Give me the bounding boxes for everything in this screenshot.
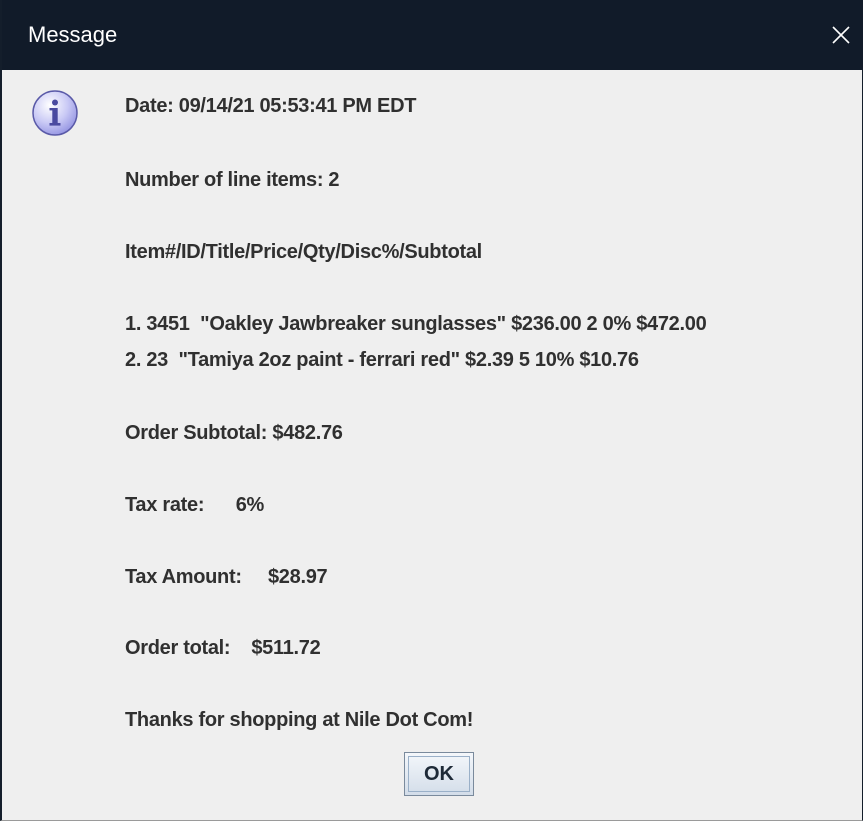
order-total: Order total: $511.72 [125, 637, 321, 659]
window-title: Message [28, 22, 118, 47]
title-bar[interactable]: Message [2, 0, 863, 70]
line-item-1: 1. 3451 "Oakley Jawbreaker sunglasses" $… [125, 313, 707, 335]
info-icon [32, 90, 78, 136]
line-item-2: 2. 23 "Tamiya 2oz paint - ferrari red" $… [125, 349, 639, 371]
order-subtotal: Order Subtotal: $482.76 [125, 422, 343, 444]
tax-rate: Tax rate: 6% [125, 494, 265, 516]
close-icon [832, 26, 850, 44]
tax-amount: Tax Amount: $28.97 [125, 566, 328, 588]
thanks-message: Thanks for shopping at Nile Dot Com! [125, 709, 474, 731]
ok-button-label: OK [408, 756, 470, 792]
close-button[interactable] [819, 0, 863, 70]
item-table-header: Item#/ID/Title/Price/Qty/Disc%/Subtotal [125, 241, 482, 263]
order-date: Date: 09/14/21 05:53:41 PM EDT [125, 95, 417, 117]
message-dialog: Message Date: 09/14/21 05:53:41 PM EDT N… [0, 0, 863, 821]
line-item-count: Number of line items: 2 [125, 169, 340, 191]
ok-button[interactable]: OK [404, 752, 474, 796]
